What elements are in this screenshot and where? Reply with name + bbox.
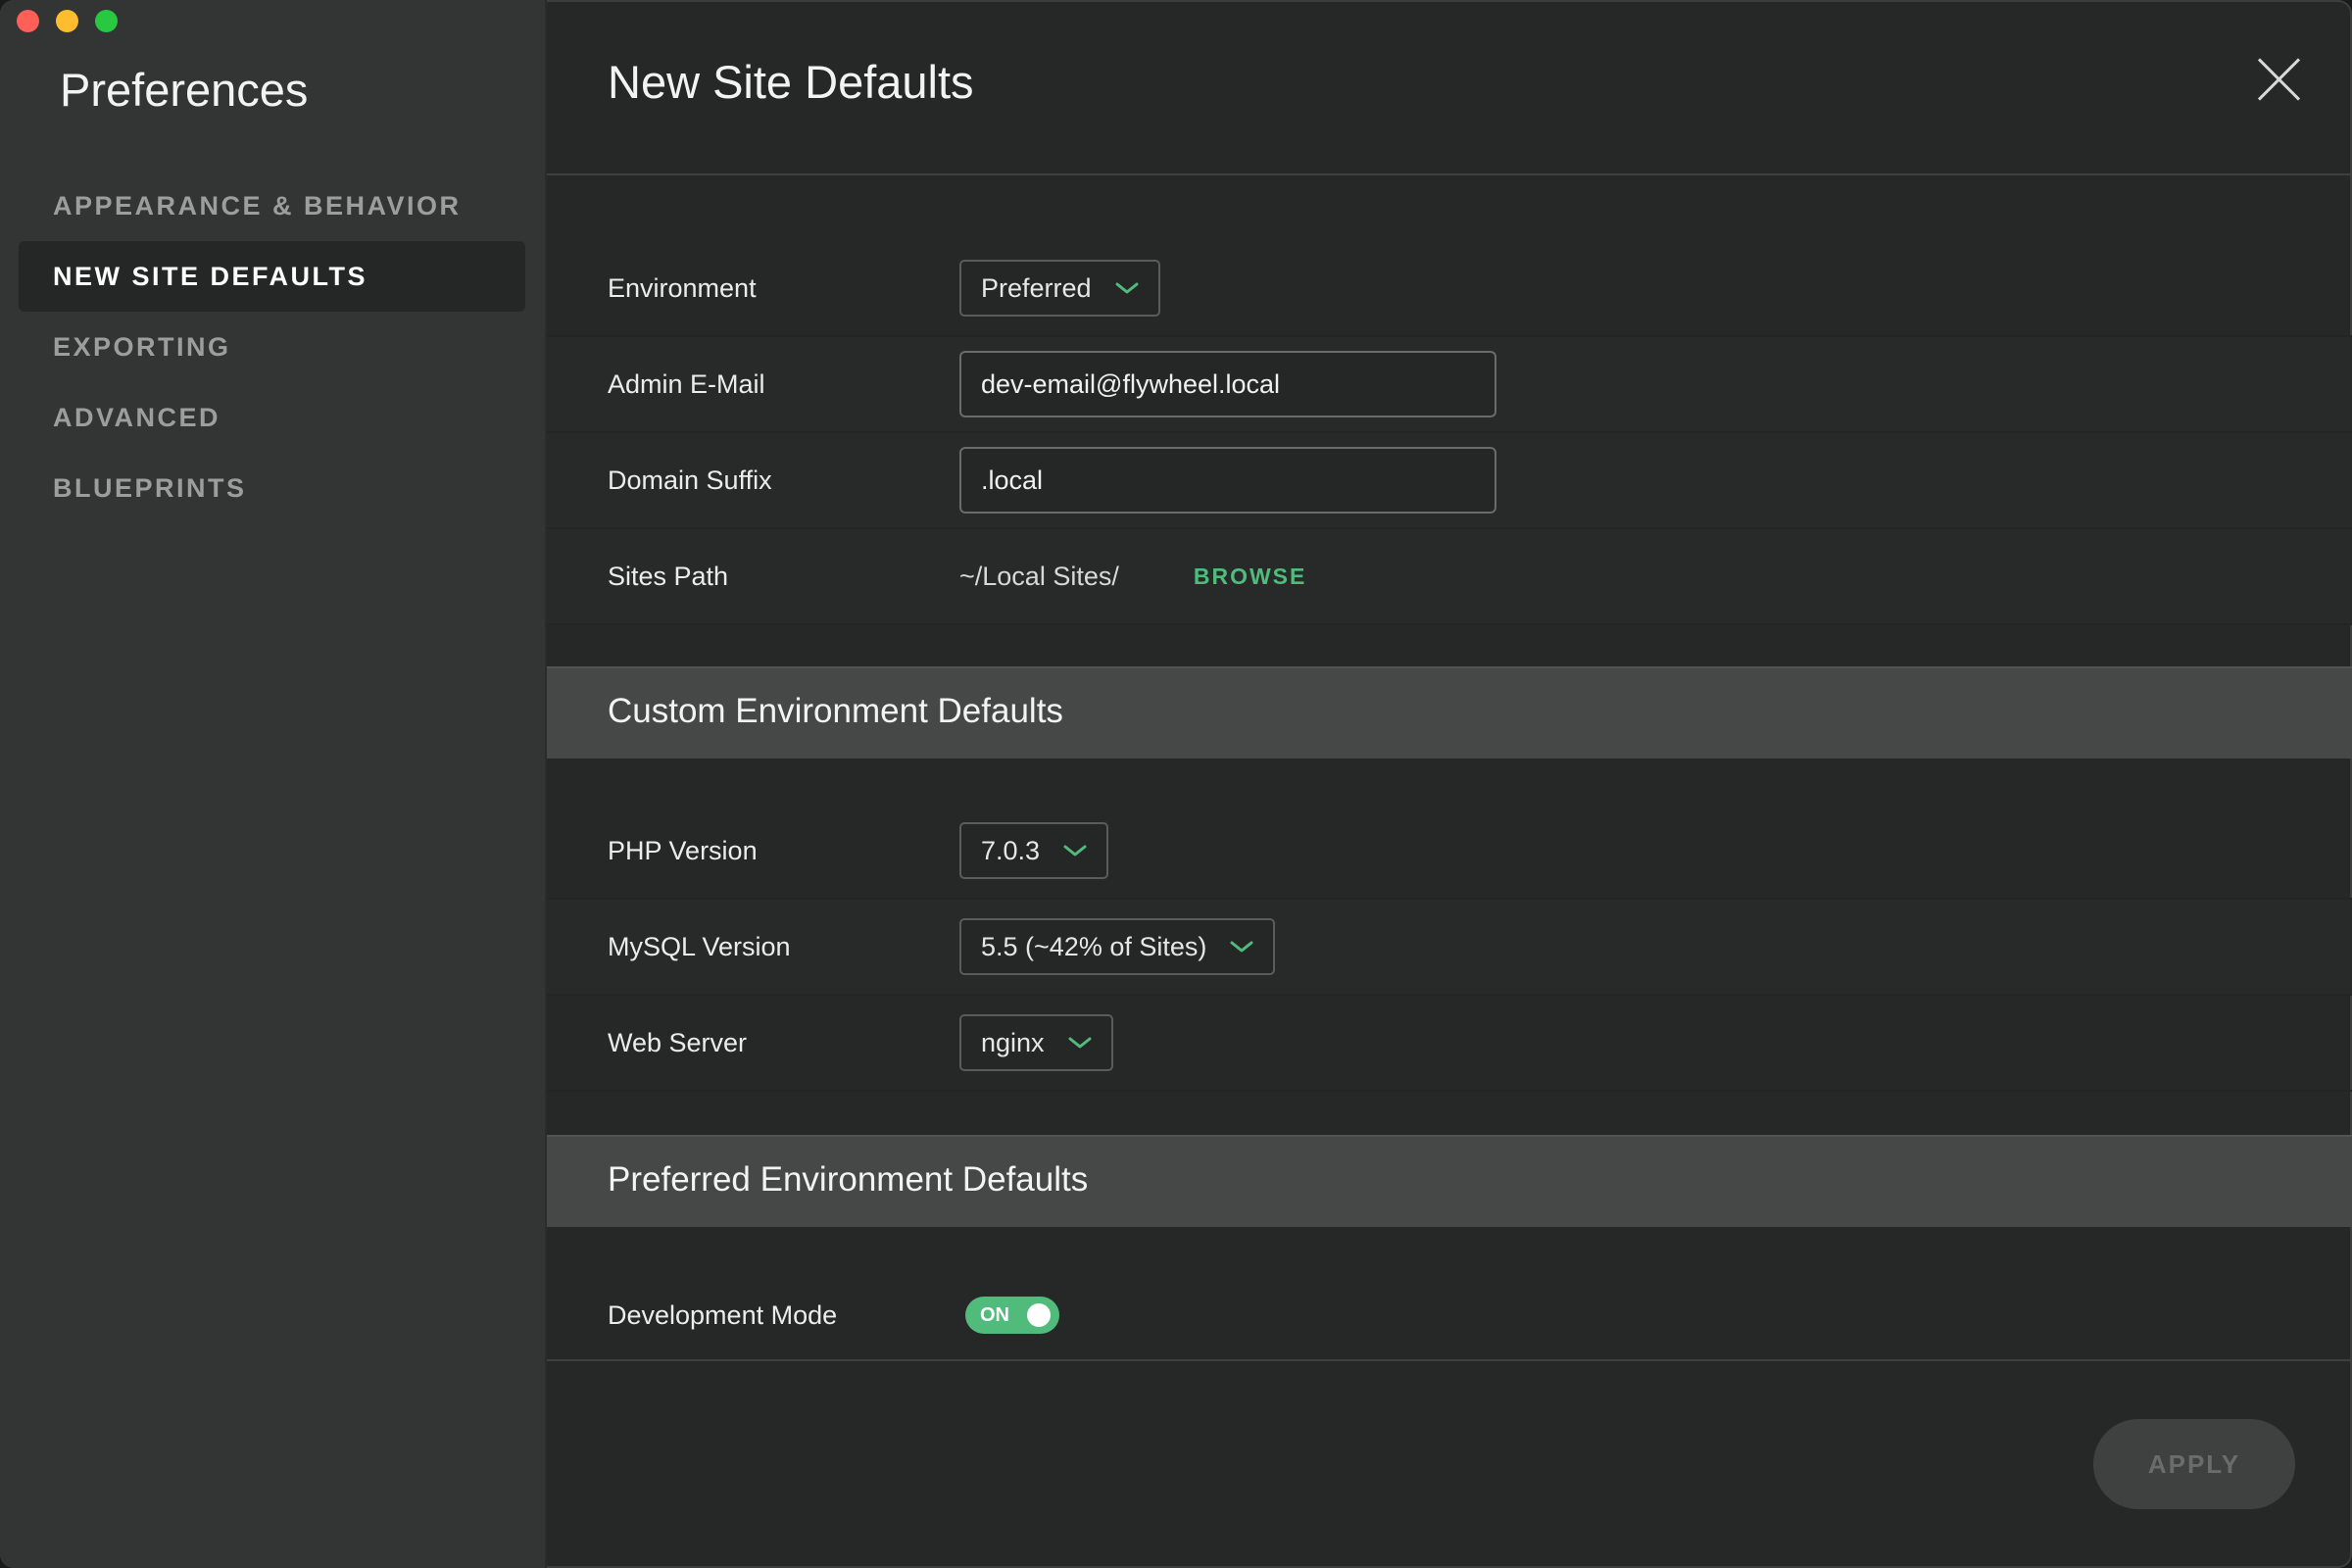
close-window-button[interactable] [17,10,39,32]
chevron-down-icon [1115,282,1139,294]
sites-path-label: Sites Path [608,561,729,591]
domain-suffix-row: Domain Suffix [547,433,2352,529]
toggle-state-text: ON [980,1304,1009,1326]
mysql-version-value: 5.5 (~42% of Sites) [981,931,1207,961]
page-title: New Site Defaults [608,56,974,108]
window-controls [17,10,118,32]
chevron-down-icon [1063,845,1087,857]
sidebar-item-exporting[interactable]: EXPORTING [19,312,525,382]
toggle-knob [1027,1303,1051,1327]
environment-select-value: Preferred [981,272,1092,303]
chevron-down-icon [1230,941,1253,953]
sidebar: Preferences APPEARANCE & BEHAVIOR NEW SI… [0,0,547,1568]
web-server-label: Web Server [608,1027,748,1057]
sidebar-item-new-site-defaults[interactable]: NEW SITE DEFAULTS [19,241,525,312]
preferred-environment-settings: Development Mode ON [547,1272,2352,1358]
development-mode-row: Development Mode ON [547,1272,2352,1358]
sites-path-row: Sites Path ~/Local Sites/ BROWSE [547,529,2352,625]
php-version-select[interactable]: 7.0.3 [959,822,1109,879]
sidebar-item-blueprints[interactable]: BLUEPRINTS [19,453,525,523]
mysql-version-select[interactable]: 5.5 (~42% of Sites) [959,918,1276,975]
php-version-row: PHP Version 7.0.3 [547,804,2352,900]
environment-select[interactable]: Preferred [959,260,1160,317]
mysql-version-label: MySQL Version [608,931,791,961]
admin-email-row: Admin E-Mail [547,337,2352,433]
chevron-down-icon [1068,1037,1092,1049]
sidebar-item-appearance-behavior[interactable]: APPEARANCE & BEHAVIOR [19,171,525,241]
apply-button[interactable]: APPLY [2093,1419,2295,1509]
custom-environment-settings: PHP Version 7.0.3 MySQL Version 5.5 (~42… [547,804,2352,1092]
general-settings: Environment Preferred Admin E-Mail Domai… [547,241,2352,625]
custom-environment-header: Custom Environment Defaults [547,666,2352,759]
sites-path-value: ~/Local Sites/ [959,561,1119,591]
custom-environment-title: Custom Environment Defaults [608,692,1063,730]
admin-email-label: Admin E-Mail [608,368,765,399]
sidebar-item-advanced[interactable]: ADVANCED [19,382,525,453]
sidebar-nav: APPEARANCE & BEHAVIOR NEW SITE DEFAULTS … [19,171,525,523]
web-server-row: Web Server nginx [547,996,2352,1092]
mysql-version-row: MySQL Version 5.5 (~42% of Sites) [547,900,2352,996]
web-server-select[interactable]: nginx [959,1014,1113,1071]
browse-button[interactable]: BROWSE [1194,564,1307,590]
development-mode-label: Development Mode [608,1299,838,1330]
zoom-window-button[interactable] [95,10,118,32]
environment-label: Environment [608,272,757,303]
sidebar-title: Preferences [60,64,309,116]
footer-divider [547,1359,2352,1361]
preferred-environment-header: Preferred Environment Defaults [547,1135,2352,1227]
preferred-environment-title: Preferred Environment Defaults [608,1160,1089,1199]
close-icon[interactable] [2258,59,2299,100]
domain-suffix-label: Domain Suffix [608,465,772,495]
web-server-value: nginx [981,1027,1045,1057]
domain-suffix-field[interactable] [959,447,1496,514]
minimize-window-button[interactable] [56,10,78,32]
preferences-window: Preferences APPEARANCE & BEHAVIOR NEW SI… [0,0,2352,1568]
environment-row: Environment Preferred [547,241,2352,337]
header-divider [547,173,2352,175]
development-mode-toggle[interactable]: ON [965,1297,1059,1334]
main-panel: New Site Defaults Environment Preferred … [547,0,2352,1568]
admin-email-field[interactable] [959,351,1496,417]
php-version-label: PHP Version [608,835,758,865]
php-version-value: 7.0.3 [981,835,1041,865]
